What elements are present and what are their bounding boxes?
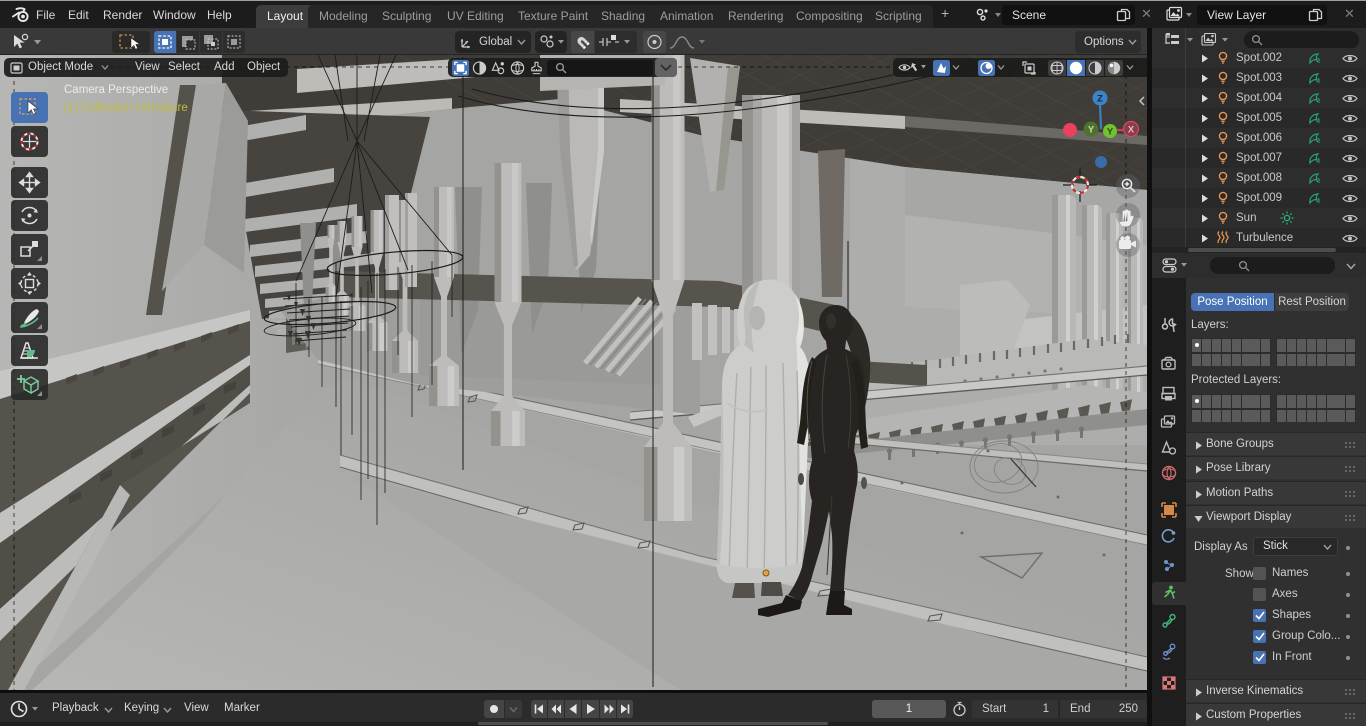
svg-text:Z: Z (1097, 94, 1103, 105)
svg-text:Y: Y (1088, 125, 1095, 136)
svg-text:X: X (1128, 125, 1135, 136)
svg-text:Y: Y (1107, 127, 1114, 138)
